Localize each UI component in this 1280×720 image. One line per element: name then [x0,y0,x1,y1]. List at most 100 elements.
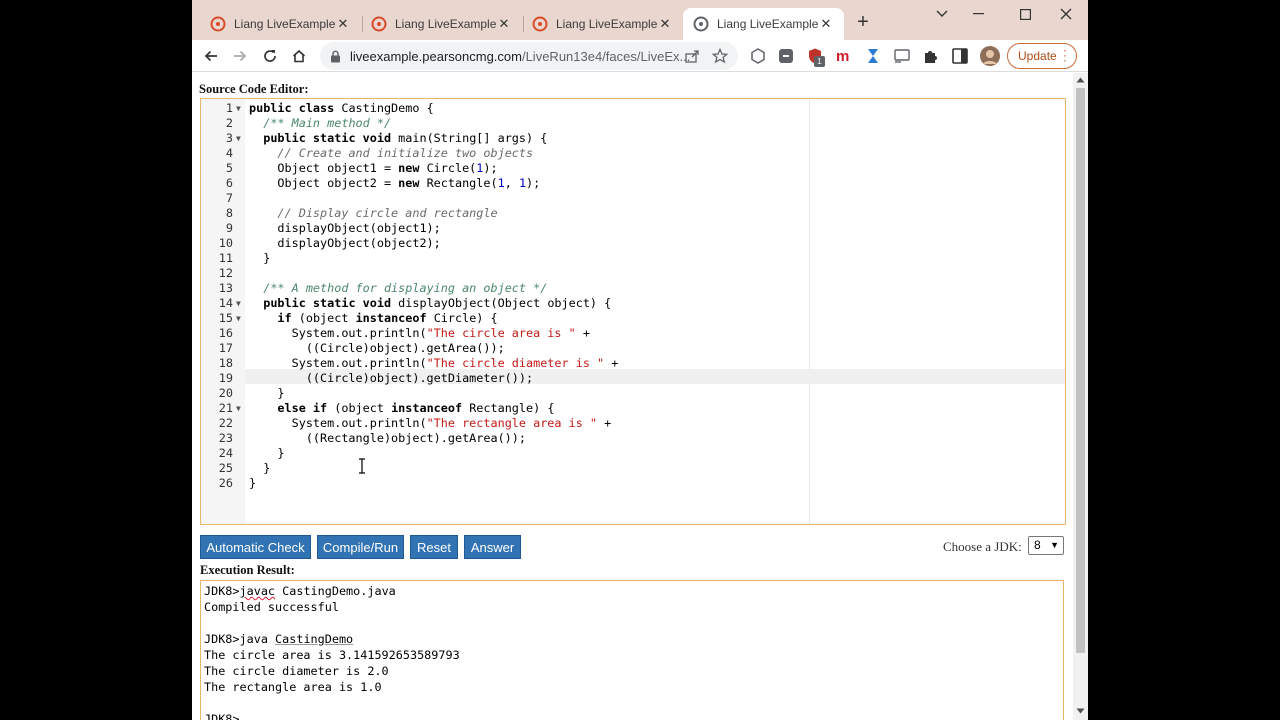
jdk-label: Choose a JDK: [943,539,1022,554]
code-line: 8 // Display circle and rectangle [201,206,1061,221]
code-line: 5 Object object1 = new Circle(1); [201,161,1061,176]
code-text: System.out.println("The circle diameter … [249,356,619,370]
tab-title: Liang LiveExample by [717,17,818,31]
code-line: 13 /** A method for displaying an object… [201,281,1061,296]
tab-2[interactable]: Liang LiveExample by ✕ [361,8,522,40]
fold-toggle-icon[interactable]: ▼ [236,401,244,416]
code-text: public static void main(String[] args) { [263,131,548,145]
result-line: JDK8> [204,712,240,720]
blue-extension-icon[interactable] [864,47,882,65]
line-number: 23 [218,431,233,445]
line-number: 18 [218,356,233,370]
tab-close-icon[interactable]: ✕ [818,16,834,32]
tab-3[interactable]: Liang LiveExample by ✕ [522,8,683,40]
tab-close-icon[interactable]: ✕ [657,16,673,32]
line-number: 20 [218,386,233,400]
tab-4-active[interactable]: Liang LiveExample by ✕ [683,8,844,40]
code-text: /** A method for displaying an object */ [263,281,548,295]
update-button[interactable]: Update · · · [1007,43,1077,69]
line-number: 14 [218,296,233,310]
code-text: System.out.println("The rectangle area i… [249,416,612,430]
code-editor[interactable]: 1 ▼ public class CastingDemo {2 /** Main m… [200,98,1066,525]
share-icon[interactable] [684,48,700,64]
puzzle-extensions-icon[interactable] [922,47,940,65]
line-number: 7 [225,191,233,205]
tab-title: Liang LiveExample by [556,17,657,31]
fold-toggle-icon[interactable]: ▼ [236,296,244,311]
jdk-select[interactable]: 8 ▼ [1028,536,1064,555]
fold-toggle-icon[interactable]: ▼ [236,101,244,116]
code-text: Object object1 = new Circle(1); [249,161,498,175]
side-panel-icon[interactable] [951,47,969,65]
code-line: 11 } [201,251,1061,266]
url-text: liveexample.pearsoncmg.com/LiveRun13e4/f… [350,49,690,64]
line-number: 13 [218,281,233,295]
home-icon[interactable] [287,44,311,68]
answer-button[interactable]: Answer [464,535,521,559]
scrollbar-thumb[interactable] [1076,88,1085,653]
shield-extension-icon[interactable]: 1 [806,47,825,67]
code-text: ((Circle)object).getArea()); [249,341,505,355]
profile-avatar[interactable] [980,46,1000,66]
code-text: // Display circle and rectangle [277,206,498,220]
minimize-icon[interactable] [967,4,991,24]
new-tab-plus-icon[interactable]: + [852,11,874,33]
lock-icon [331,50,340,63]
line-number: 8 [225,206,233,220]
tab-close-icon[interactable]: ✕ [496,16,512,32]
back-arrow-icon[interactable] [199,44,223,68]
tab-close-icon[interactable]: ✕ [335,16,351,32]
code-line: 12 [201,266,1061,281]
page-scrollbar[interactable] [1073,73,1088,720]
line-number: 16 [218,326,233,340]
line-number: 11 [218,251,233,265]
scroll-down-arrow-icon[interactable] [1076,708,1085,714]
line-number: 4 [225,146,233,160]
code-line: 7 [201,191,1061,206]
tab-1[interactable]: Liang LiveExample by ✕ [200,8,361,40]
code-text: } [249,461,271,475]
code-line: 24 } [201,446,1061,461]
reset-button[interactable]: Reset [410,535,458,559]
result-class: CastingDemo [275,632,354,646]
tab-title: Liang LiveExample by [234,17,335,31]
code-text: } [249,446,285,460]
code-line: 20 } [201,386,1061,401]
forward-arrow-icon[interactable] [228,44,252,68]
address-bar[interactable]: liveexample.pearsoncmg.com/LiveRun13e4/f… [320,42,738,70]
chevron-down-icon: ▼ [1050,540,1059,550]
code-text: } [249,251,271,265]
screen-cast-icon[interactable] [893,47,911,65]
scroll-up-arrow-icon[interactable] [1076,77,1085,83]
reload-icon[interactable] [258,44,282,68]
bookmark-star-icon[interactable] [712,48,728,64]
code-line: 26} [201,476,1061,491]
execution-result-output[interactable]: JDK8>javac CastingDemo.java Compiled suc… [200,580,1064,720]
maximize-icon[interactable] [1013,4,1037,24]
cube-extension-icon[interactable] [749,47,767,65]
result-line: Compiled successful [204,600,339,614]
text-cursor-ibeam-icon [359,458,365,474]
code-text: } [249,476,257,490]
line-number: 10 [218,236,233,250]
compile-run-button[interactable]: Compile/Run [317,535,404,559]
result-line: The rectangle area is 1.0 [204,680,382,694]
m-extension-icon[interactable]: m [835,47,853,65]
fold-toggle-icon[interactable]: ▼ [236,311,244,326]
tab-search-chevron-icon[interactable] [930,4,954,24]
automatic-check-button[interactable]: Automatic Check [200,535,311,559]
fold-toggle-icon[interactable]: ▼ [236,131,244,146]
result-prompt: JDK8> [204,584,240,598]
code-line: 25 } [201,461,1061,476]
line-number: 15 [218,311,233,325]
svg-text:m: m [836,48,849,65]
code-line: 9 displayObject(object1); [201,221,1061,236]
pearson-favicon-icon [210,16,226,32]
code-text: System.out.println("The circle area is "… [249,326,590,340]
close-window-icon[interactable] [1054,4,1078,24]
code-line: 23 ((Rectangle)object).getArea()); [201,431,1061,446]
browser-toolbar: liveexample.pearsoncmg.com/LiveRun13e4/f… [192,40,1088,72]
grammar-extension-icon[interactable] [777,47,795,65]
code-text: Object object2 = new Rectangle(1, 1); [249,176,541,190]
kebab-menu-icon[interactable]: · · · [1063,44,1067,66]
